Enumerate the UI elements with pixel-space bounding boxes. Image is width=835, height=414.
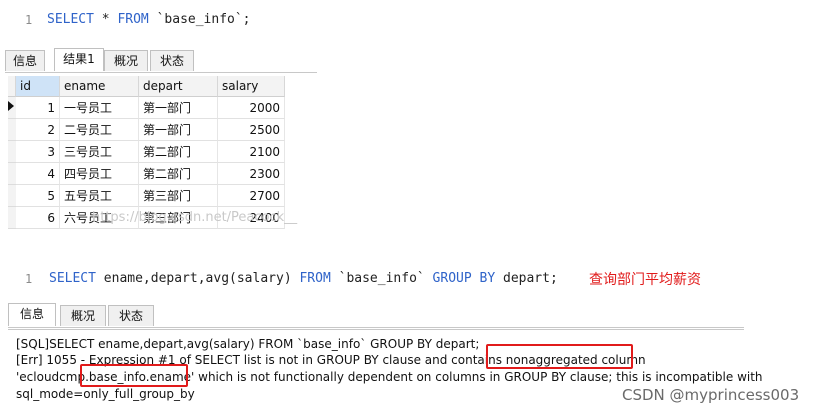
highlight-nonaggregated [486,344,633,369]
query-editor-1[interactable]: 1 SELECT * FROM `base_info`; [0,0,318,40]
sql-keyword: FROM [291,271,331,286]
watermark-csdn: CSDN @myprincess003 [622,386,800,404]
column-header-id[interactable]: id [16,76,60,97]
sql-token: `base_info`; [148,12,251,27]
sql-text-1: SELECT * FROM `base_info`; [47,12,251,27]
sql-text-2: SELECT ename,depart,avg(salary) FROM `ba… [49,271,558,286]
sql-keyword: SELECT [47,12,94,27]
table-cell-depart[interactable]: 第三部门 [139,185,218,207]
table-cell-id[interactable]: 1 [16,97,60,119]
column-header-depart[interactable]: depart [139,76,218,97]
sql-token: ename,depart,avg [95,271,230,286]
table-cell-salary[interactable]: 2000 [218,97,285,119]
line-number-2: 1 [25,272,33,286]
sql-token: * [93,12,118,27]
table-cell-depart[interactable]: 第二部门 [139,163,218,185]
result-tabs-1: 信息 结果1 概况 状态 [5,48,317,73]
table-cell-id[interactable]: 4 [16,163,60,185]
sql-token: (salary) [229,271,292,286]
tab-status-1[interactable]: 状态 [150,50,194,71]
line-number: 1 [25,13,33,27]
sql-keyword: GROUP BY [432,271,496,286]
table-cell-id[interactable]: 3 [16,141,60,163]
row-header[interactable] [8,141,16,163]
sql-keyword: FROM [117,12,149,27]
table-cell-salary[interactable]: 2500 [218,119,285,141]
sql-token: depart; [495,271,558,286]
row-header[interactable] [8,119,16,141]
table-cell-ename[interactable]: 四号员工 [60,163,139,185]
table-cell-id[interactable]: 5 [16,185,60,207]
table-cell-ename[interactable]: 三号员工 [60,141,139,163]
query-editor-2[interactable]: 1 SELECT ename,depart,avg(salary) FROM `… [0,262,835,296]
tab-status-2[interactable]: 状态 [108,305,154,326]
table-cell-salary[interactable]: 2300 [218,163,285,185]
table-cell-id[interactable]: 6 [16,207,60,229]
table-cell-ename[interactable]: 一号员工 [60,97,139,119]
tab-result1[interactable]: 结果1 [54,48,104,71]
sql-token: `base_info` [330,271,433,286]
row-header[interactable] [8,163,16,185]
table-row[interactable]: 1 一号员工 第一部门 2000 [8,97,285,119]
annotation-text: 查询部门平均薪资 [589,272,701,288]
grid-corner [8,76,16,97]
table-row[interactable]: 2 二号员工 第一部门 2500 [8,119,285,141]
table-cell-depart[interactable]: 第二部门 [139,141,218,163]
table-cell-id[interactable]: 2 [16,119,60,141]
sql-keyword: SELECT [49,271,96,286]
table-cell-ename[interactable]: 二号员工 [60,119,139,141]
column-header-salary[interactable]: salary [218,76,285,97]
table-cell-depart[interactable]: 第一部门 [139,119,218,141]
table-cell-salary[interactable]: 2100 [218,141,285,163]
table-cell-depart[interactable]: 第一部门 [139,97,218,119]
column-header-ename[interactable]: ename [60,76,139,97]
table-row[interactable]: 4 四号员工 第二部门 2300 [8,163,285,185]
current-row-icon [8,101,14,111]
message-sql: [SQL]SELECT ename,depart,avg(salary) FRO… [16,337,480,351]
table-cell-salary[interactable]: 2700 [218,185,285,207]
tab-overview-1[interactable]: 概况 [104,50,148,71]
row-header[interactable] [8,207,16,229]
row-header[interactable] [8,185,16,207]
tab-info-1[interactable]: 信息 [5,50,45,71]
message-tabs: 信息 概况 状态 [8,303,744,328]
tab-overview-2[interactable]: 概况 [60,305,106,326]
table-cell-ename[interactable]: 五号员工 [60,185,139,207]
message-mode: sql_mode=only_full_group_by [16,387,195,401]
tab-info-2[interactable]: 信息 [8,303,56,326]
table-row[interactable]: 3 三号员工 第二部门 2100 [8,141,285,163]
highlight-ename [80,364,188,387]
watermark-url: https://blog.csdn.net/Peacock__ [92,210,298,225]
table-row[interactable]: 5 五号员工 第三部门 2700 [8,185,285,207]
